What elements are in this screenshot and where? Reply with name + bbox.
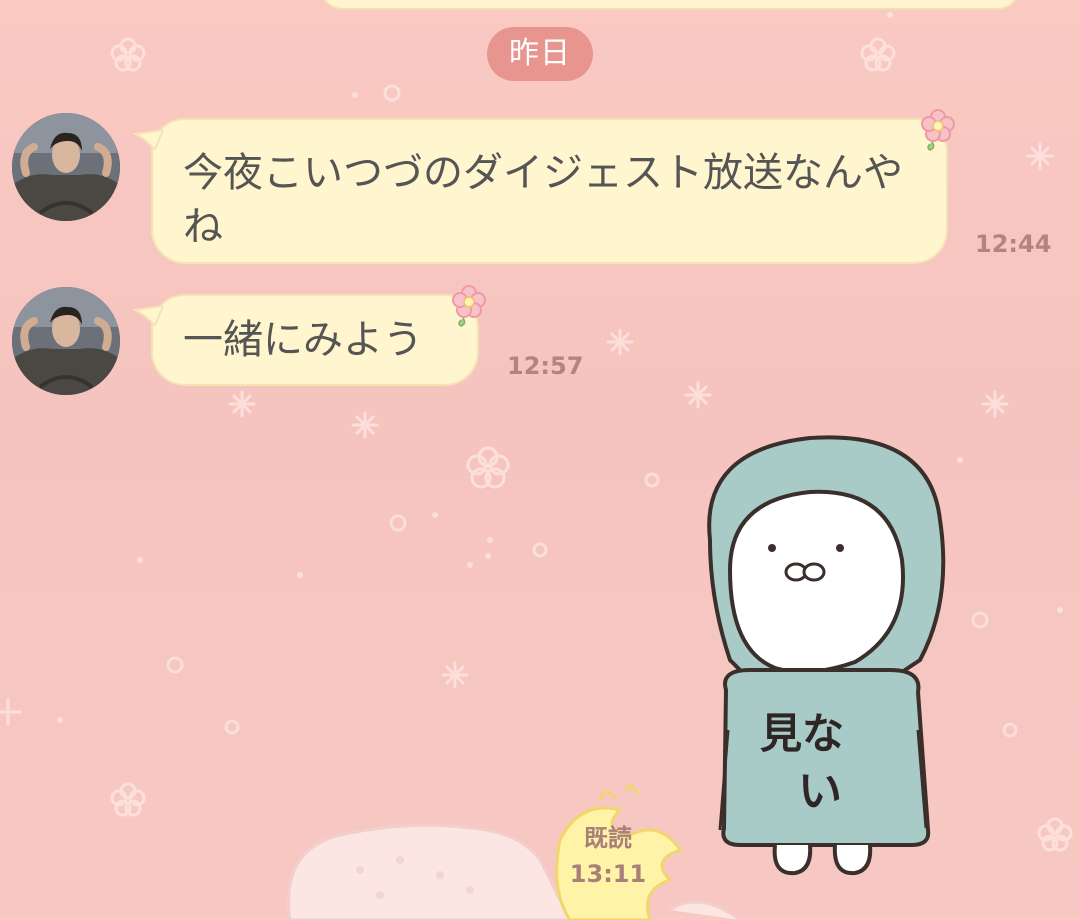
- message-time: 12:57: [507, 352, 584, 380]
- date-divider: 昨日: [487, 27, 593, 81]
- read-receipt: 既読 13:11: [568, 820, 648, 892]
- flower-icon: [452, 285, 486, 327]
- sender-avatar[interactable]: [12, 113, 120, 221]
- bubble-tail: [133, 304, 163, 326]
- flower-icon: [921, 109, 955, 151]
- hoodie-text-line2: い: [798, 766, 842, 817]
- hooded-character-sticker: 見な い: [707, 435, 946, 876]
- message-bubble[interactable]: 今夜こいつづのダイジェスト放送なんやね: [133, 109, 955, 264]
- sticker-message[interactable]: 見な い: [690, 430, 955, 880]
- read-label: 既読: [584, 824, 632, 852]
- message-text: 一緒にみよう: [183, 317, 423, 363]
- hoodie-text-line1: 見な: [760, 709, 844, 758]
- message-time: 12:44: [975, 230, 1052, 258]
- sender-avatar[interactable]: [12, 287, 120, 395]
- previous-message-bubble[interactable]: [318, 0, 1022, 10]
- bubble-tail: [133, 128, 163, 150]
- avatar-photo: [12, 287, 120, 395]
- message-text: 今夜こいつづのダイジェスト放送なんやね: [183, 150, 903, 250]
- sticker-time: 13:11: [569, 860, 647, 888]
- message-bubble[interactable]: 一緒にみよう: [133, 285, 486, 386]
- avatar-photo: [12, 113, 120, 221]
